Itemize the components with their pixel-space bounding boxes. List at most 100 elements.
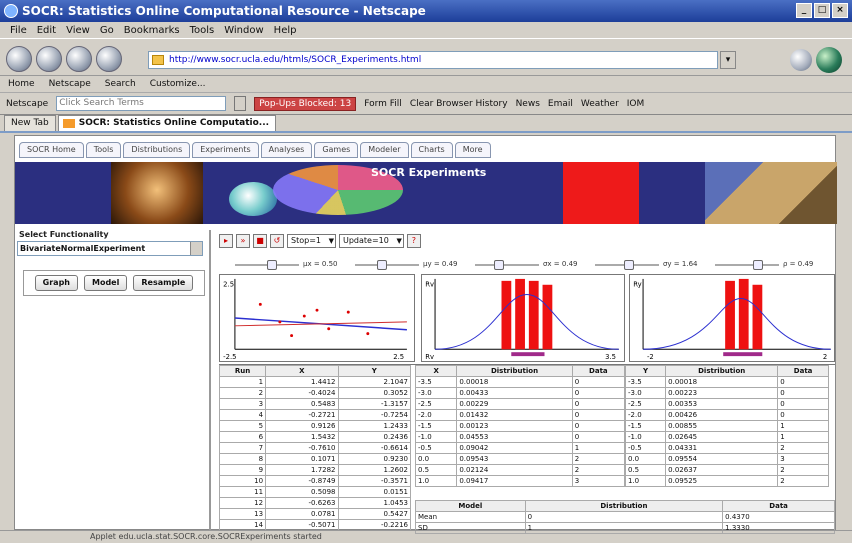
socr-nav-home[interactable]: SOCR Home [19,142,84,158]
table-cell: -2.0 [414,409,458,421]
news-button[interactable]: News [516,99,540,109]
toolbar-netscape[interactable]: Netscape [49,79,91,89]
menu-window[interactable]: Window [224,25,263,36]
maximize-button[interactable]: □ [814,3,830,18]
page-content: SOCR Home Tools Distributions Experiment… [14,135,837,534]
table-row: -2.5 0.00229 0 [414,398,626,410]
menu-help[interactable]: Help [274,25,297,36]
forward-button[interactable] [36,46,62,72]
table-row: -1.5 0.00123 0 [414,420,626,432]
slider-sigma-x[interactable] [475,260,539,270]
tab-socr[interactable]: SOCR: Statistics Online Computatio... [57,115,277,131]
socr-nav-analyses[interactable]: Analyses [260,142,313,158]
stop-button-exp[interactable]: ■ [253,234,267,248]
table-cell: 0 [777,398,829,410]
slider-mu-y[interactable] [355,260,419,270]
popups-blocked-badge[interactable]: Pop-Ups Blocked: 13 [254,96,357,111]
table-cell: 0 [571,420,626,432]
close-button[interactable]: × [832,3,848,18]
toolbar-right-group [770,47,842,73]
scatter-plot: 2.5 -2.5 2.5 [219,274,415,362]
window-title: SOCR: Statistics Online Computational Re… [22,4,426,18]
throbber-icon[interactable] [816,47,842,73]
distribution-x-table[interactable]: X Distribution Data -3.5 0.00018 0 -3.0 0.0… [414,365,626,487]
table-cell: 12 [218,497,267,509]
resample-button[interactable]: Resample [133,275,194,291]
table-cell: 0.5 [414,464,458,476]
table-cell: -1.0 [624,431,667,443]
sample-table[interactable]: Run X Y 1 1.4412 2.1047 2 -0.4024 0.3052 3 0.… [218,365,412,531]
clear-history-button[interactable]: Clear Browser History [410,99,508,109]
table-cell: -1.5 [414,420,458,432]
socr-nav-distributions[interactable]: Distributions [123,142,191,158]
navigation-toolbar: http://www.socr.ucla.edu/htmls/SOCR_Expe… [0,38,852,76]
url-dropdown-button[interactable]: ▾ [720,51,736,69]
minimize-button[interactable]: _ [796,3,812,18]
table-cell: -0.3571 [337,475,412,487]
socr-nav-modeler[interactable]: Modeler [360,142,409,158]
menu-go[interactable]: Go [100,25,114,36]
table-cell: 1.7282 [265,464,339,476]
table-row: 10 -0.8749 -0.3571 [218,475,412,487]
toolbar-customize[interactable]: Customize... [150,79,206,89]
info-button[interactable]: ? [406,234,421,248]
table-row: 8 0.1071 0.9230 [218,453,412,465]
tab-new[interactable]: New Tab [4,115,56,131]
socr-nav-tools[interactable]: Tools [85,142,122,158]
weather-button[interactable]: Weather [581,99,619,109]
search-input[interactable]: Click Search Terms [56,96,227,111]
stop-button[interactable] [96,46,122,72]
table-cell: 1 [218,376,267,388]
menu-view[interactable]: View [66,25,90,36]
table-cell: 0.02124 [456,464,573,476]
table-cell: 10 [218,475,267,487]
graph-button[interactable]: Graph [34,275,78,291]
experiment-select[interactable]: BivariateNormalExperiment [17,241,203,256]
table-header-cell: Data [722,500,835,512]
socr-nav-games[interactable]: Games [314,142,359,158]
table-row: 6 1.5432 0.2436 [218,431,412,443]
table-cell: 2.1047 [337,376,412,388]
update-select[interactable]: Update=10 [338,234,404,248]
menu-tools[interactable]: Tools [190,25,215,36]
slider-mu-x[interactable] [235,260,299,270]
socr-nav-experiments[interactable]: Experiments [192,142,259,158]
menu-bar: File Edit View Go Bookmarks Tools Window… [0,22,852,38]
reset-button[interactable]: ↺ [270,234,284,248]
step-button[interactable]: ▸ [219,234,233,248]
menu-edit[interactable]: Edit [37,25,56,36]
iom-button[interactable]: IOM [627,99,645,109]
table-cell: -0.6614 [337,442,412,454]
reload-button[interactable] [66,46,92,72]
socr-nav-more[interactable]: More [454,142,491,158]
search-engine-label[interactable]: Netscape [6,99,48,109]
socr-nav-charts[interactable]: Charts [410,142,453,158]
model-button[interactable]: Model [84,275,128,291]
slider-rho[interactable] [715,260,779,270]
toolbar-search[interactable]: Search [105,79,136,89]
search-dropdown[interactable] [234,96,247,111]
table-cell: 0 [777,387,829,399]
form-fill-button[interactable]: Form Fill [364,99,402,109]
run-button[interactable]: » [236,234,250,248]
stop-select[interactable]: Stop=1 [287,234,336,248]
toolbar-home[interactable]: Home [8,79,35,89]
table-cell: 3 [571,475,626,487]
histogram-x: Rv Rv 3.5 [421,274,625,362]
table-cell: 1.2433 [337,420,412,432]
status-bar: Applet edu.ucla.stat.SOCR.core.SOCRExper… [0,530,852,542]
scatter-ymax-label: 2.5 [223,281,234,289]
email-button[interactable]: Email [548,99,573,109]
menu-file[interactable]: File [10,25,27,36]
col-run: Run [218,365,267,377]
back-button[interactable] [6,46,32,72]
menu-bookmarks[interactable]: Bookmarks [124,25,180,36]
url-input[interactable]: http://www.socr.ucla.edu/htmls/SOCR_Expe… [148,51,718,69]
table-cell: 9 [218,464,267,476]
distribution-y-table[interactable]: Y Distribution Data -3.5 0.00018 0 -3.0 0.0… [624,365,829,487]
search-button[interactable] [790,49,812,71]
slider-sigma-x-label: σx = 0.49 [543,260,578,268]
socr-nav: SOCR Home Tools Distributions Experiment… [19,142,491,158]
table-header-cell: Y [624,365,667,377]
slider-sigma-y[interactable] [595,260,659,270]
